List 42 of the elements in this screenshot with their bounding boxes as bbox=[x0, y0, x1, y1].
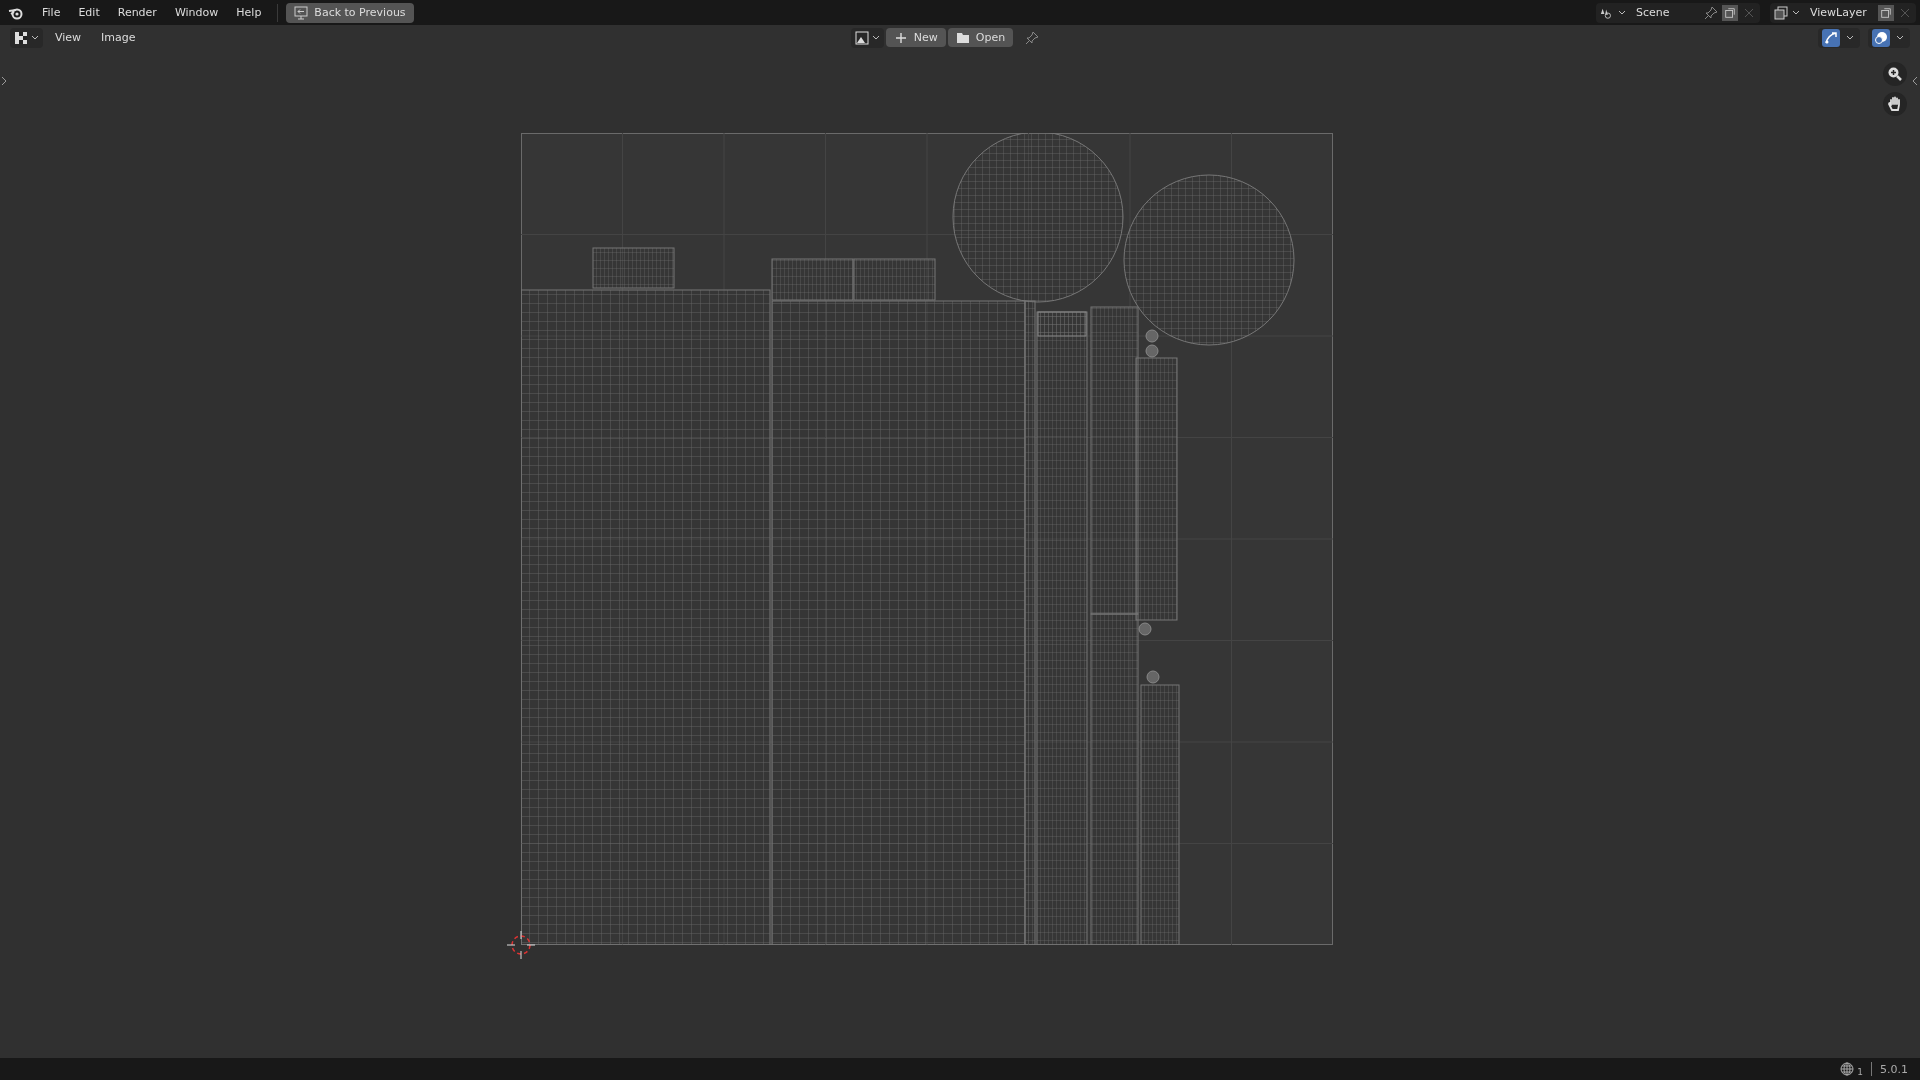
editor-type-button[interactable] bbox=[10, 27, 43, 48]
zoom-icon[interactable] bbox=[1883, 62, 1907, 86]
layers-icon bbox=[1774, 5, 1788, 20]
caret-icon bbox=[1844, 35, 1856, 40]
open-image-button[interactable]: Open bbox=[947, 28, 1014, 47]
scene-selector[interactable]: Scene bbox=[1596, 2, 1760, 23]
menu-item[interactable]: Window bbox=[166, 3, 227, 22]
scene-name: Scene bbox=[1635, 6, 1671, 19]
caret-icon bbox=[1894, 35, 1906, 40]
gizmo-toggle-button[interactable] bbox=[1818, 27, 1860, 48]
folder-icon bbox=[955, 30, 970, 45]
overlay-toggle-button[interactable] bbox=[1868, 27, 1910, 48]
menu-item[interactable]: Edit bbox=[70, 3, 108, 22]
scene-count: 1 bbox=[1857, 1067, 1863, 1077]
image-browse-button[interactable] bbox=[850, 27, 884, 48]
hand-pan-icon[interactable] bbox=[1883, 92, 1907, 116]
menu-item[interactable]: Image bbox=[93, 28, 144, 47]
duplicate-icon[interactable] bbox=[1722, 4, 1738, 21]
view-layer-selector[interactable]: ViewLayer bbox=[1770, 2, 1916, 23]
caret-icon bbox=[1618, 10, 1626, 15]
duplicate-icon[interactable] bbox=[1878, 4, 1894, 21]
menu-item[interactable]: View bbox=[47, 28, 90, 47]
view-layer-name: ViewLayer bbox=[1809, 6, 1868, 19]
caret-icon bbox=[1792, 10, 1800, 15]
checker-image-icon bbox=[14, 30, 28, 45]
globe-icon bbox=[1840, 1062, 1855, 1076]
menu-item[interactable]: Help bbox=[228, 3, 270, 22]
pin-icon[interactable] bbox=[1704, 5, 1718, 20]
plus-icon bbox=[893, 30, 908, 45]
caret-icon bbox=[31, 35, 39, 40]
pin-icon[interactable] bbox=[1025, 30, 1040, 45]
back-to-previous-button[interactable]: Back to Previous bbox=[286, 2, 414, 23]
new-image-button[interactable]: New bbox=[885, 28, 946, 47]
sidebar-collapse-icon[interactable] bbox=[1912, 76, 1918, 86]
menu-item[interactable]: File bbox=[34, 3, 69, 22]
menu-item[interactable]: Render bbox=[109, 3, 165, 22]
cursor-crosshair-icon[interactable] bbox=[506, 930, 536, 960]
image-icon bbox=[854, 30, 869, 45]
screen-arrow-icon bbox=[294, 5, 309, 20]
sidebar-expand-icon[interactable] bbox=[1, 76, 7, 86]
caret-icon bbox=[871, 35, 880, 40]
version-label: 5.0.1 bbox=[1880, 1062, 1908, 1076]
